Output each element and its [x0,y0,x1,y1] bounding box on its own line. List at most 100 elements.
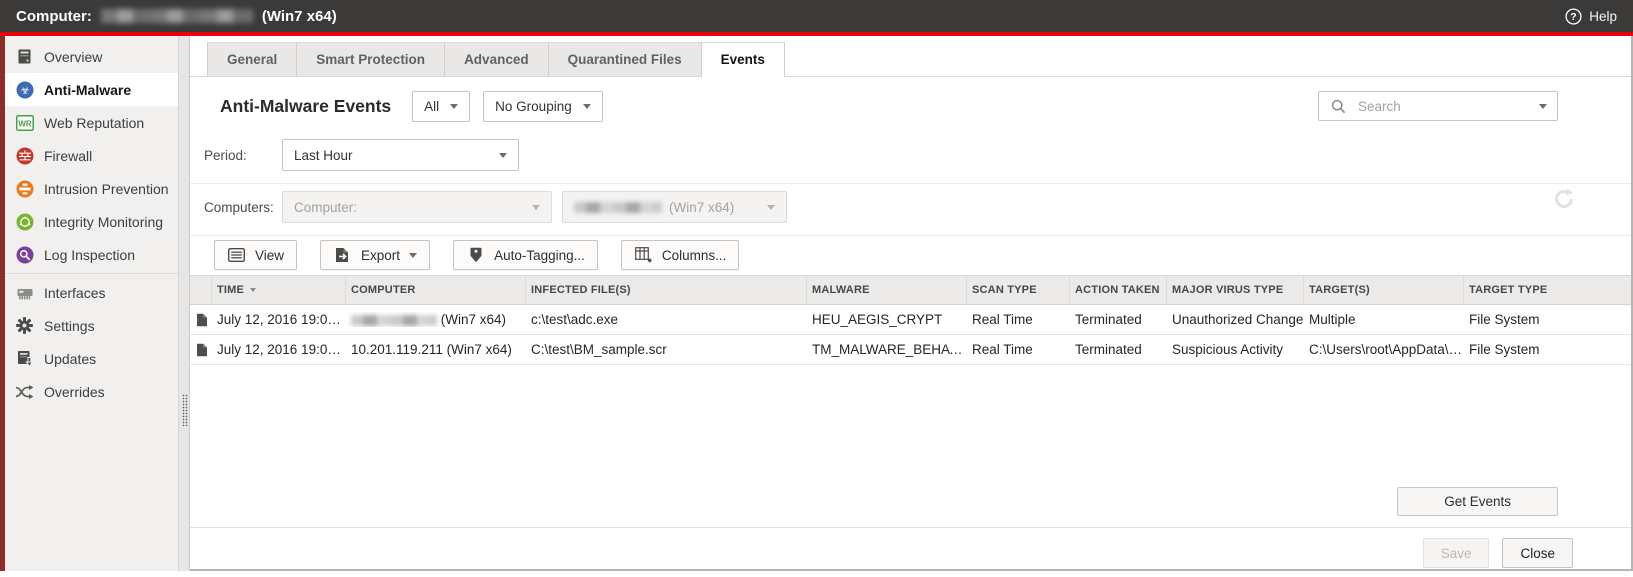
export-icon [333,247,352,263]
overrides-shuffle-icon [15,385,34,399]
cell-computer: 10.201.119.211 (Win7 x64) [346,342,526,357]
help-link[interactable]: ? Help [1564,8,1617,25]
titlebar-os-label: (Win7 x64) [262,8,337,25]
grouping-dropdown[interactable]: No Grouping [483,91,603,122]
sidebar-item-label: Intrusion Prevention [44,181,169,197]
column-header-infected-files[interactable]: INFECTED FILE(S) [526,276,807,304]
sidebar-item-integrity-monitoring[interactable]: Integrity Monitoring [5,205,178,238]
computers-row: Computers: Computer: (Win7 x64) [190,191,1631,223]
integrity-monitoring-icon [15,213,34,231]
auto-tagging-button[interactable]: Auto-Tagging... [453,240,598,270]
redacted-computer-name [351,315,437,326]
sidebar-item-label: Overrides [44,384,105,400]
columns-button[interactable]: Columns... [621,240,740,270]
svg-text:?: ? [1571,11,1577,23]
web-reputation-icon: WR [15,115,34,131]
sidebar-splitter[interactable] [178,36,190,571]
sidebar-item-label: Anti-Malware [44,82,131,98]
cell-targets: C:\Users\root\AppData\R... [1304,342,1464,357]
table-empty-area [190,365,1631,487]
column-header-computer[interactable]: COMPUTER [346,276,526,304]
chevron-down-icon [409,253,417,258]
export-label: Export [361,248,400,263]
settings-gear-icon [15,317,34,334]
interfaces-icon [15,285,34,301]
chevron-down-icon [583,104,591,109]
computer-scope-value: Computer: [294,200,357,215]
cell-malware: TM_MALWARE_BEHAVIOR [807,342,967,357]
sidebar-item-settings[interactable]: Settings [5,309,178,342]
view-button[interactable]: View [214,240,297,270]
events-header: Anti-Malware Events All No Grouping [220,90,1631,122]
auto-tagging-label: Auto-Tagging... [494,248,585,263]
updates-icon [15,350,34,367]
close-button[interactable]: Close [1502,538,1573,568]
sort-descending-icon [250,288,256,292]
export-button[interactable]: Export [320,240,430,270]
grouping-value: No Grouping [495,99,572,114]
cell-infected-file: C:\test\BM_sample.scr [526,342,807,357]
search-box [1318,91,1558,121]
cell-action-taken: Terminated [1070,312,1167,327]
log-inspection-icon [15,246,34,264]
cell-target-type: File System [1464,342,1631,357]
column-header-targets[interactable]: TARGET(S) [1304,276,1464,304]
table-row[interactable]: July 12, 2016 19:02:51 (Win7 x64) c:\tes… [190,305,1631,335]
column-header-action-taken[interactable]: ACTION TAKEN [1070,276,1167,304]
cell-malware: HEU_AEGIS_CRYPT [807,312,967,327]
tab-events[interactable]: Events [702,42,785,76]
anti-malware-icon: ☣ [15,81,34,99]
computer-value-dropdown[interactable]: (Win7 x64) [562,191,787,223]
sidebar-item-overview[interactable]: Overview [5,40,178,73]
cell-target-type: File System [1464,312,1631,327]
column-header-scan-type[interactable]: SCAN TYPE [967,276,1070,304]
chevron-down-icon [499,153,507,158]
svg-text:☣: ☣ [20,84,30,97]
sidebar-item-interfaces[interactable]: Interfaces [5,276,178,309]
get-events-button[interactable]: Get Events [1397,487,1558,516]
severity-filter-value: All [424,99,439,114]
cell-infected-file: c:\test\adc.exe [526,312,807,327]
search-input[interactable] [1356,98,1531,115]
sidebar-item-anti-malware[interactable]: ☣ Anti-Malware [5,73,178,106]
section-divider [190,183,1631,184]
tab-advanced[interactable]: Advanced [445,42,549,76]
sidebar-item-updates[interactable]: Updates [5,342,178,375]
computer-scope-dropdown[interactable]: Computer: [282,191,552,223]
titlebar-computer: Computer: (Win7 x64) [16,8,337,25]
search-options-chevron-icon[interactable] [1539,104,1547,109]
redacted-computer-name [574,202,662,213]
tab-quarantined-files[interactable]: Quarantined Files [549,42,702,76]
cell-scan-type: Real Time [967,312,1070,327]
refresh-icon[interactable] [1552,187,1576,216]
sidebar-item-label: Log Inspection [44,247,135,263]
severity-filter-dropdown[interactable]: All [412,91,470,122]
file-icon [190,343,212,357]
sidebar-item-overrides[interactable]: Overrides [5,375,178,408]
tab-general[interactable]: General [207,42,297,76]
table-row[interactable]: July 12, 2016 19:02:41 10.201.119.211 (W… [190,335,1631,365]
sidebar-item-firewall[interactable]: Firewall [5,139,178,172]
dialog-footer: Save Close [190,527,1631,569]
column-header-malware[interactable]: MALWARE [807,276,967,304]
column-header-major-virus-type[interactable]: MAJOR VIRUS TYPE [1167,276,1304,304]
view-label: View [255,248,284,263]
column-header-target-type[interactable]: TARGET TYPE [1464,276,1631,304]
sidebar-item-intrusion-prevention[interactable]: Intrusion Prevention [5,172,178,205]
column-header-time[interactable]: TIME [212,276,346,304]
window-titlebar: Computer: (Win7 x64) ? Help [0,0,1633,32]
help-label: Help [1589,9,1617,24]
search-icon [1329,99,1348,114]
get-events-row: Get Events [190,487,1631,516]
save-button[interactable]: Save [1423,538,1490,568]
tab-smart-protection[interactable]: Smart Protection [297,42,445,76]
period-row: Period: Last Hour [190,139,1631,171]
sidebar-item-log-inspection[interactable]: Log Inspection [5,238,178,271]
redacted-computer-name [101,9,253,23]
chevron-down-icon [767,205,775,210]
tab-bar: General Smart Protection Advanced Quaran… [190,36,1631,77]
period-dropdown[interactable]: Last Hour [282,139,519,171]
sidebar-item-web-reputation[interactable]: WR Web Reputation [5,106,178,139]
cell-scan-type: Real Time [967,342,1070,357]
period-value: Last Hour [294,148,353,163]
